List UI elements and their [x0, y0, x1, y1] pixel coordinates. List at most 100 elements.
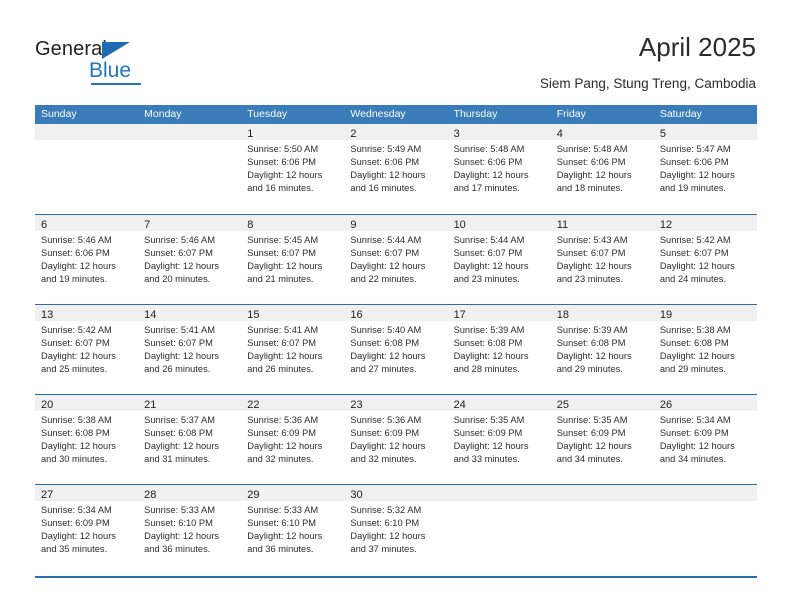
calendar-day-cell-empty: [138, 124, 242, 214]
day-number: 22: [247, 399, 260, 411]
day-detail-line: and 36 minutes.: [144, 544, 211, 555]
weekday-header-friday: Friday: [556, 108, 586, 120]
day-number-band: 18: [550, 305, 654, 321]
calendar-day-cell-17[interactable]: 17 Sunrise: 5:39 AM Sunset: 6:08 PM Dayligh…: [447, 305, 551, 394]
day-detail-line: Sunset: 6:07 PM: [453, 248, 523, 259]
day-detail-line: Sunrise: 5:34 AM: [659, 415, 731, 425]
day-detail-line: Sunrise: 5:43 AM: [556, 235, 628, 245]
day-detail-line: Sunrise: 5:38 AM: [41, 415, 112, 425]
day-detail-line: Sunrise: 5:39 AM: [556, 325, 628, 335]
calendar-day-cell-19[interactable]: 19 Sunrise: 5:38 AM Sunset: 6:08 PM Dayligh…: [653, 305, 757, 394]
day-detail-line: and 32 minutes.: [247, 454, 314, 465]
day-number: 25: [556, 399, 569, 411]
day-number-band: 14: [138, 305, 242, 321]
calendar-week-row: 27 Sunrise: 5:34 AM Sunset: 6:09 PM Dayligh…: [35, 484, 757, 576]
day-detail-line: and 23 minutes.: [556, 274, 623, 285]
day-detail-line: Daylight: 12 hours: [659, 261, 735, 272]
day-number-band: 22: [241, 395, 345, 411]
day-number-band: 16: [344, 305, 448, 321]
day-detail-line: Daylight: 12 hours: [453, 441, 529, 452]
day-number: 11: [556, 219, 569, 231]
calendar-day-cell-30[interactable]: 30 Sunrise: 5:32 AM Sunset: 6:10 PM Dayligh…: [344, 485, 448, 576]
calendar-day-cell-25[interactable]: 25 Sunrise: 5:35 AM Sunset: 6:09 PM Dayligh…: [550, 395, 654, 484]
calendar-day-cell-21[interactable]: 21 Sunrise: 5:37 AM Sunset: 6:08 PM Dayligh…: [138, 395, 242, 484]
day-detail-line: and 26 minutes.: [247, 364, 314, 375]
calendar-day-cell-2[interactable]: 2 Sunrise: 5:49 AM Sunset: 6:06 PM Daylight…: [344, 124, 448, 214]
calendar-day-cell-8[interactable]: 8 Sunrise: 5:45 AM Sunset: 6:07 PM Daylight…: [241, 215, 345, 304]
calendar-day-cell-14[interactable]: 14 Sunrise: 5:41 AM Sunset: 6:07 PM Dayligh…: [138, 305, 242, 394]
day-number: 30: [350, 489, 363, 501]
day-detail-line: Sunrise: 5:49 AM: [350, 144, 422, 154]
day-detail-line: Sunrise: 5:46 AM: [144, 235, 215, 245]
calendar-day-cell-18[interactable]: 18 Sunrise: 5:39 AM Sunset: 6:08 PM Dayligh…: [550, 305, 654, 394]
calendar-day-cell-15[interactable]: 15 Sunrise: 5:41 AM Sunset: 6:07 PM Dayligh…: [241, 305, 345, 394]
day-number-band: 26: [653, 395, 757, 411]
logo-word-general: General: [35, 38, 107, 60]
day-detail-text: Sunrise: 5:42 AM Sunset: 6:07 PM Daylight:…: [35, 321, 138, 376]
day-detail-line: Sunrise: 5:32 AM: [350, 505, 422, 515]
day-detail-line: Sunset: 6:09 PM: [41, 518, 110, 529]
day-detail-line: Daylight: 12 hours: [144, 261, 220, 272]
day-number-band: 21: [138, 395, 242, 411]
calendar-day-cell-9[interactable]: 9 Sunrise: 5:44 AM Sunset: 6:07 PM Daylight…: [344, 215, 448, 304]
calendar-day-cell-24[interactable]: 24 Sunrise: 5:35 AM Sunset: 6:09 PM Dayligh…: [447, 395, 551, 484]
day-detail-line: Sunset: 6:06 PM: [453, 157, 523, 168]
calendar-day-cell-12[interactable]: 12 Sunrise: 5:42 AM Sunset: 6:07 PM Dayligh…: [653, 215, 757, 304]
day-number-band: 3: [447, 124, 551, 140]
day-detail-line: Daylight: 12 hours: [556, 261, 632, 272]
day-detail-text: [654, 501, 757, 504]
day-detail-line: and 30 minutes.: [41, 454, 108, 465]
day-detail-line: Sunrise: 5:33 AM: [247, 505, 319, 515]
calendar-day-cell-23[interactable]: 23 Sunrise: 5:36 AM Sunset: 6:09 PM Dayligh…: [344, 395, 448, 484]
triangle-icon: [102, 42, 130, 59]
day-detail-line: and 34 minutes.: [659, 454, 726, 465]
calendar-day-cell-20[interactable]: 20 Sunrise: 5:38 AM Sunset: 6:08 PM Dayligh…: [35, 395, 139, 484]
day-detail-line: Sunrise: 5:36 AM: [350, 415, 422, 425]
day-detail-line: Sunset: 6:10 PM: [350, 518, 420, 529]
day-number: 8: [247, 219, 254, 231]
day-number-band: 6: [35, 215, 139, 231]
calendar-day-cell-10[interactable]: 10 Sunrise: 5:44 AM Sunset: 6:07 PM Dayligh…: [447, 215, 551, 304]
day-detail-line: Sunrise: 5:41 AM: [144, 325, 215, 335]
day-detail-line: and 24 minutes.: [659, 274, 726, 285]
day-detail-text: Sunrise: 5:43 AM Sunset: 6:07 PM Daylight:…: [551, 231, 654, 286]
calendar-day-cell-29[interactable]: 29 Sunrise: 5:33 AM Sunset: 6:10 PM Dayligh…: [241, 485, 345, 576]
calendar-day-cell-4[interactable]: 4 Sunrise: 5:48 AM Sunset: 6:06 PM Daylight…: [550, 124, 654, 214]
day-detail-text: Sunrise: 5:39 AM Sunset: 6:08 PM Daylight:…: [448, 321, 551, 376]
day-detail-line: and 17 minutes.: [453, 183, 520, 194]
day-number-band: [35, 124, 139, 140]
calendar-day-cell-1[interactable]: 1 Sunrise: 5:50 AM Sunset: 6:06 PM Daylight…: [241, 124, 345, 214]
calendar-day-cell-16[interactable]: 16 Sunrise: 5:40 AM Sunset: 6:08 PM Dayligh…: [344, 305, 448, 394]
day-detail-line: and 21 minutes.: [247, 274, 314, 285]
calendar-day-cell-22[interactable]: 22 Sunrise: 5:36 AM Sunset: 6:09 PM Dayligh…: [241, 395, 345, 484]
day-detail-line: Sunrise: 5:34 AM: [41, 505, 112, 515]
day-detail-line: and 16 minutes.: [350, 183, 417, 194]
day-detail-line: and 28 minutes.: [453, 364, 520, 375]
calendar-day-cell-7[interactable]: 7 Sunrise: 5:46 AM Sunset: 6:07 PM Daylight…: [138, 215, 242, 304]
day-number-band: 7: [138, 215, 242, 231]
general-blue-logo: General Blue: [35, 38, 165, 85]
calendar-day-cell-27[interactable]: 27 Sunrise: 5:34 AM Sunset: 6:09 PM Dayligh…: [35, 485, 139, 576]
calendar-day-cell-5[interactable]: 5 Sunrise: 5:47 AM Sunset: 6:06 PM Daylight…: [653, 124, 757, 214]
calendar-day-cell-26[interactable]: 26 Sunrise: 5:34 AM Sunset: 6:09 PM Dayligh…: [653, 395, 757, 484]
day-detail-line: Sunset: 6:07 PM: [41, 338, 110, 349]
day-detail-line: and 36 minutes.: [247, 544, 314, 555]
day-detail-line: Sunset: 6:06 PM: [659, 157, 729, 168]
calendar-day-cell-13[interactable]: 13 Sunrise: 5:42 AM Sunset: 6:07 PM Dayligh…: [35, 305, 139, 394]
day-detail-line: Sunrise: 5:44 AM: [350, 235, 422, 245]
day-number-band: 13: [35, 305, 139, 321]
weekday-header-saturday: Saturday: [659, 108, 702, 120]
day-detail-line: Daylight: 12 hours: [350, 531, 426, 542]
day-number-band: 2: [344, 124, 448, 140]
calendar-day-cell-6[interactable]: 6 Sunrise: 5:46 AM Sunset: 6:06 PM Daylight…: [35, 215, 139, 304]
day-detail-line: Daylight: 12 hours: [350, 351, 426, 362]
calendar-day-cell-28[interactable]: 28 Sunrise: 5:33 AM Sunset: 6:10 PM Dayligh…: [138, 485, 242, 576]
day-number-band: 28: [138, 485, 242, 501]
day-detail-text: Sunrise: 5:35 AM Sunset: 6:09 PM Daylight:…: [448, 411, 551, 466]
calendar-day-cell-3[interactable]: 3 Sunrise: 5:48 AM Sunset: 6:06 PM Daylight…: [447, 124, 551, 214]
day-detail-line: Sunset: 6:08 PM: [453, 338, 523, 349]
day-detail-line: Sunrise: 5:46 AM: [41, 235, 112, 245]
calendar-day-cell-11[interactable]: 11 Sunrise: 5:43 AM Sunset: 6:07 PM Dayligh…: [550, 215, 654, 304]
weekday-header-tuesday: Tuesday: [247, 108, 288, 120]
day-detail-text: Sunrise: 5:44 AM Sunset: 6:07 PM Daylight:…: [448, 231, 551, 286]
